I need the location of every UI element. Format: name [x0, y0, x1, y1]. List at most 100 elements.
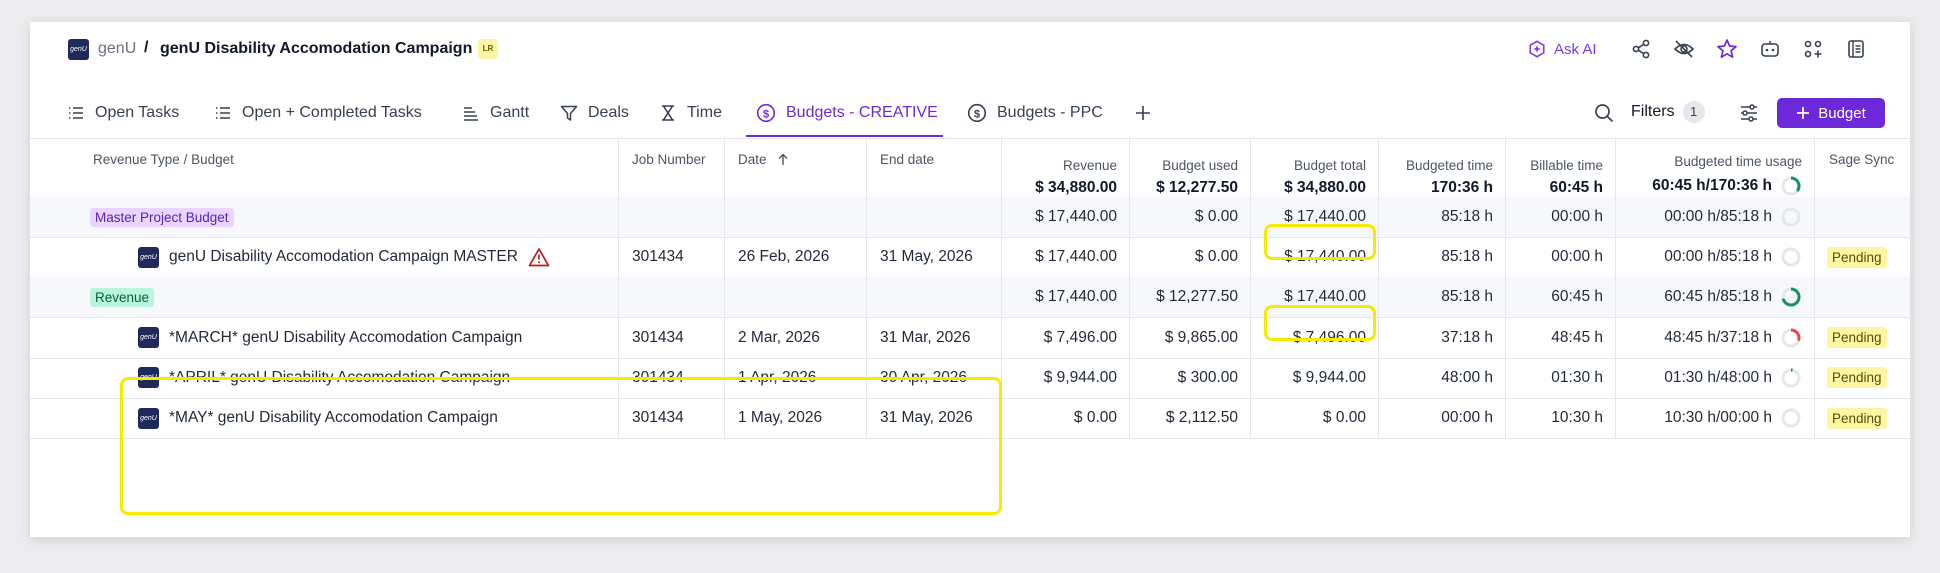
col-end-date[interactable]: End date [867, 138, 1002, 197]
budget-name-cell[interactable]: genU *MARCH* genU Disability Accomodation… [30, 317, 619, 358]
budget-name[interactable]: *MARCH* genU Disability Accomodation Cam… [169, 329, 522, 347]
col-budget-total[interactable]: Budget total $ 34,880.00 [1251, 138, 1379, 197]
budget-name-cell[interactable]: genU genU Disability Accomodation Campaig… [30, 237, 619, 278]
sage-status-badge[interactable]: Pending [1827, 327, 1887, 349]
col-job-number[interactable]: Job Number [619, 138, 725, 197]
budget-name[interactable]: *MAY* genU Disability Accomodation Campa… [169, 409, 498, 427]
cell-job[interactable]: 301434 [619, 398, 725, 438]
budget-name[interactable]: genU Disability Accomodation Campaign MA… [169, 248, 518, 266]
col-budget-used[interactable]: Budget used $ 12,277.50 [1130, 138, 1251, 197]
eye-off-icon[interactable] [1673, 38, 1695, 60]
tab-deals[interactable]: Deals [560, 100, 629, 126]
group-row[interactable]: Master Project Budget $ 17,440.00 $ 0.00 $ … [30, 197, 1910, 238]
cell-revenue[interactable]: $ 9,944.00 [1002, 357, 1130, 398]
owner-badge[interactable]: LR [478, 39, 498, 59]
breadcrumb-root[interactable]: genU [98, 40, 136, 58]
cell-bill[interactable]: 10:30 h [1506, 398, 1616, 438]
add-tab-icon[interactable] [1133, 103, 1153, 123]
col-budgeted-time-usage[interactable]: Budgeted time usage 60:45 h/170:36 h [1616, 138, 1815, 197]
col-revenue[interactable]: Revenue $ 34,880.00 [1002, 138, 1130, 197]
cell-used[interactable]: $ 300.00 [1130, 357, 1251, 398]
cell-sage-sync[interactable] [1815, 277, 1910, 317]
add-budget-button[interactable]: Budget [1777, 98, 1885, 128]
cell-end[interactable] [867, 277, 1002, 318]
filters-button[interactable]: Filters 1 [1631, 101, 1705, 123]
cell-bill[interactable]: 48:45 h [1506, 317, 1616, 358]
cell-sage-sync[interactable]: Pending [1815, 237, 1910, 277]
tab-open-tasks[interactable]: Open Tasks [67, 100, 179, 126]
cell-total[interactable]: $ 9,944.00 [1251, 357, 1379, 398]
apps-icon[interactable] [1802, 38, 1824, 60]
cell-bill[interactable]: 01:30 h [1506, 357, 1616, 398]
table-row[interactable]: genU genU Disability Accomodation Campaig… [30, 237, 1910, 279]
cell-btime[interactable]: 37:18 h [1379, 317, 1506, 358]
cell-end[interactable]: 30 Apr, 2026 [867, 357, 1002, 398]
cell-btime[interactable]: 85:18 h [1379, 197, 1506, 237]
budget-name-cell[interactable]: Revenue [30, 277, 619, 318]
cell-date[interactable]: 1 May, 2026 [725, 398, 867, 438]
cell-job[interactable] [619, 197, 725, 237]
cell-usage[interactable]: 60:45 h/85:18 h [1616, 277, 1815, 318]
budget-name-cell[interactable]: Master Project Budget [30, 197, 619, 237]
cell-used[interactable]: $ 0.00 [1130, 237, 1251, 278]
cell-usage[interactable]: 00:00 h/85:18 h [1616, 237, 1815, 278]
cell-date[interactable]: 2 Mar, 2026 [725, 317, 867, 358]
cell-usage[interactable]: 00:00 h/85:18 h [1616, 197, 1815, 237]
ask-ai-button[interactable]: Ask AI [1528, 38, 1597, 60]
search-icon[interactable] [1593, 102, 1615, 124]
cell-revenue[interactable]: $ 17,440.00 [1002, 277, 1130, 318]
cell-usage[interactable]: 01:30 h/48:00 h [1616, 357, 1815, 398]
table-row[interactable]: genU *APRIL* genU Disability Accomodation… [30, 357, 1910, 399]
warning-icon[interactable] [528, 247, 550, 267]
col-date[interactable]: Date [725, 138, 867, 197]
cell-date[interactable] [725, 197, 867, 237]
cell-end[interactable]: 31 May, 2026 [867, 398, 1002, 438]
cell-bill[interactable]: 00:00 h [1506, 237, 1616, 278]
cell-job[interactable]: 301434 [619, 317, 725, 358]
sage-status-badge[interactable]: Pending [1827, 367, 1887, 389]
group-row[interactable]: Revenue $ 17,440.00 $ 12,277.50 $ 17,440.00… [30, 277, 1910, 319]
cell-job[interactable]: 301434 [619, 357, 725, 398]
cell-job[interactable]: 301434 [619, 237, 725, 278]
project-logo[interactable]: genU [68, 39, 89, 60]
budget-name-cell[interactable]: genU *APRIL* genU Disability Accomodation… [30, 357, 619, 398]
cell-usage[interactable]: 48:45 h/37:18 h [1616, 317, 1815, 358]
cell-bill[interactable]: 00:00 h [1506, 197, 1616, 237]
share-icon[interactable] [1630, 38, 1652, 60]
cell-date[interactable]: 26 Feb, 2026 [725, 237, 867, 278]
cell-sage-sync[interactable] [1815, 197, 1910, 237]
col-billable-time[interactable]: Billable time 60:45 h [1506, 138, 1616, 197]
col-sage-sync[interactable]: Sage Sync [1815, 138, 1910, 197]
cell-used[interactable]: $ 12,277.50 [1130, 277, 1251, 318]
cell-job[interactable] [619, 277, 725, 318]
tab-budgets-creative[interactable]: $ Budgets - CREATIVE [756, 100, 938, 126]
cell-revenue[interactable]: $ 17,440.00 [1002, 237, 1130, 278]
sort-ascending-icon[interactable] [777, 153, 789, 166]
cell-sage-sync[interactable]: Pending [1815, 398, 1910, 438]
cell-btime[interactable]: 85:18 h [1379, 237, 1506, 278]
table-row[interactable]: genU *MARCH* genU Disability Accomodation… [30, 317, 1910, 359]
cell-end[interactable]: 31 May, 2026 [867, 237, 1002, 278]
cell-end[interactable] [867, 197, 1002, 237]
cell-used[interactable]: $ 9,865.00 [1130, 317, 1251, 358]
sage-status-badge[interactable]: Pending [1827, 246, 1887, 268]
cell-btime[interactable]: 48:00 h [1379, 357, 1506, 398]
cell-bill[interactable]: 60:45 h [1506, 277, 1616, 318]
revenue-type-tag[interactable]: Revenue [90, 287, 155, 307]
cell-revenue[interactable]: $ 0.00 [1002, 398, 1130, 438]
cell-revenue[interactable]: $ 7,496.00 [1002, 317, 1130, 358]
col-budgeted-time[interactable]: Budgeted time 170:36 h [1379, 138, 1506, 197]
cell-total[interactable]: $ 17,440.00 [1251, 237, 1379, 278]
cell-btime[interactable]: 85:18 h [1379, 277, 1506, 318]
cell-btime[interactable]: 00:00 h [1379, 398, 1506, 438]
col-revenue-type[interactable]: Revenue Type / Budget [30, 138, 619, 197]
cell-sage-sync[interactable]: Pending [1815, 358, 1910, 398]
cell-total[interactable]: $ 0.00 [1251, 398, 1379, 438]
tab-budgets-ppc[interactable]: $ Budgets - PPC [967, 100, 1103, 126]
cell-total[interactable]: $ 17,440.00 [1251, 197, 1379, 237]
revenue-type-tag[interactable]: Master Project Budget [90, 207, 234, 227]
tab-open-completed-tasks[interactable]: Open + Completed Tasks [214, 100, 422, 126]
sage-status-badge[interactable]: Pending [1827, 407, 1887, 429]
cell-used[interactable]: $ 2,112.50 [1130, 398, 1251, 438]
cell-usage[interactable]: 10:30 h/00:00 h [1616, 398, 1815, 438]
